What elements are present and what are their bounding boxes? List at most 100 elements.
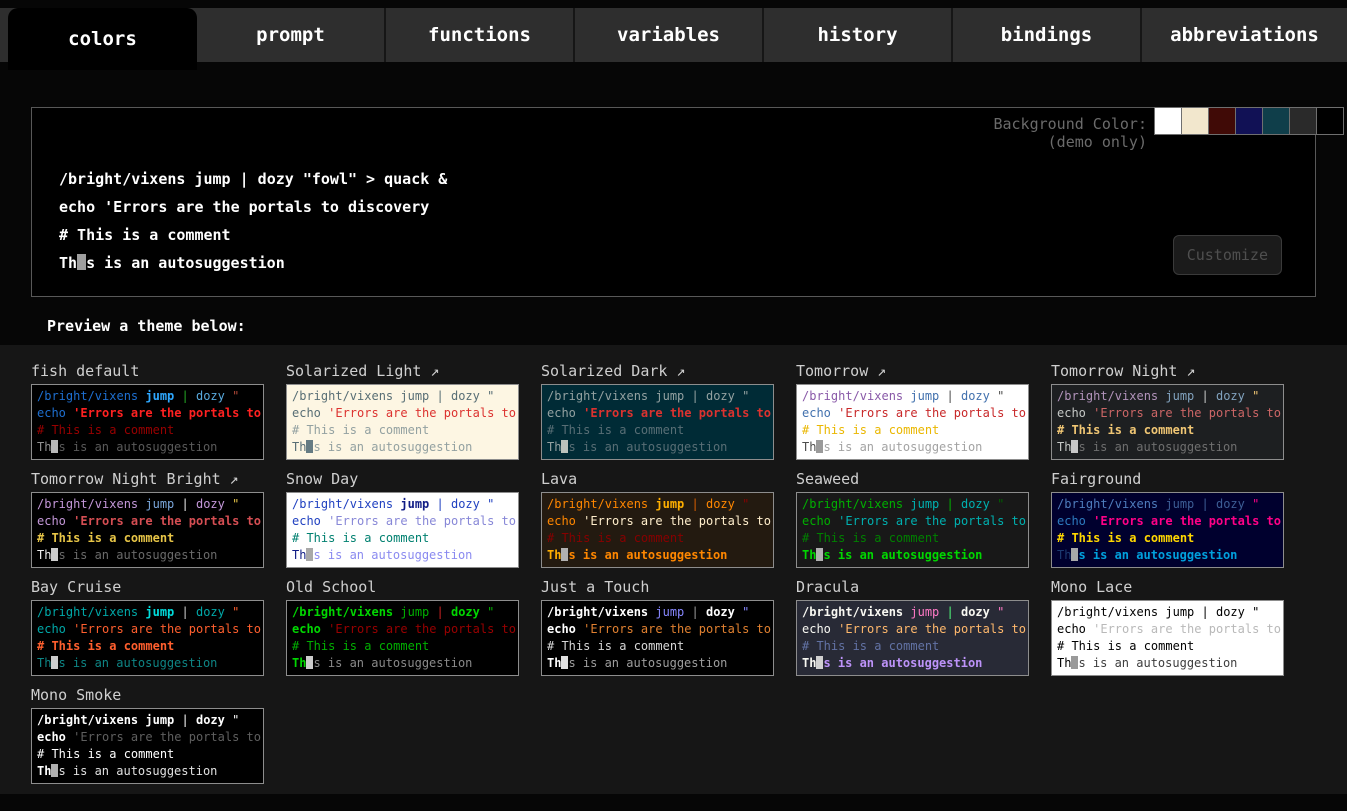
bg-swatch-dark-red[interactable]: [1208, 107, 1236, 135]
code-segment: echo: [547, 406, 583, 420]
theme-card-fish-default[interactable]: fish default/bright/vixens jump | dozy "…: [31, 362, 264, 460]
code-line: Ths is an autosuggestion: [802, 547, 1023, 564]
code-segment: ": [225, 713, 239, 727]
theme-title[interactable]: Tomorrow Night Bright ↗: [31, 470, 264, 488]
theme-card-solarized-dark[interactable]: Solarized Dark ↗ /bright/vixens jump | do…: [541, 362, 774, 460]
code-segment: ": [225, 497, 239, 511]
code-line: echo 'Errors are the portals to discover…: [802, 513, 1023, 530]
code-line: # This is a comment: [802, 530, 1023, 547]
theme-card-snow-day[interactable]: Snow Day/bright/vixens jump | dozy "echo…: [286, 470, 519, 568]
customize-button[interactable]: Customize: [1173, 235, 1282, 275]
code-segment: echo: [547, 514, 583, 528]
theme-preview-box[interactable]: /bright/vixens jump | dozy "echo 'Errors…: [796, 492, 1029, 568]
tab-prompt[interactable]: prompt: [197, 8, 386, 62]
code-segment: Th: [37, 764, 51, 778]
code-line: # This is a comment: [292, 530, 513, 547]
theme-preview-box[interactable]: /bright/vixens jump | dozy "echo 'Errors…: [541, 600, 774, 676]
code-segment: # This is a comment: [292, 423, 429, 437]
code-segment: dozy: [196, 497, 225, 511]
code-segment: Th: [802, 656, 816, 670]
theme-card-fairground[interactable]: Fairground/bright/vixens jump | dozy "ec…: [1051, 470, 1284, 568]
code-segment: echo: [802, 406, 838, 420]
theme-preview-box[interactable]: /bright/vixens jump | dozy "echo 'Errors…: [1051, 492, 1284, 568]
theme-title[interactable]: Solarized Dark ↗: [541, 362, 774, 380]
theme-preview-box[interactable]: /bright/vixens jump | dozy "echo 'Errors…: [796, 600, 1029, 676]
code-segment: ": [990, 497, 1004, 511]
code-segment: echo: [1057, 406, 1093, 420]
theme-card-dracula[interactable]: Dracula/bright/vixens jump | dozy "echo …: [796, 578, 1029, 676]
code-segment: ": [480, 497, 494, 511]
code-segment: ": [225, 389, 239, 403]
theme-card-just-a-touch[interactable]: Just a Touch/bright/vixens jump | dozy "…: [541, 578, 774, 676]
theme-preview-box[interactable]: /bright/vixens jump | dozy "echo 'Errors…: [286, 384, 519, 460]
theme-preview-box[interactable]: /bright/vixens jump | dozy "echo 'Errors…: [796, 384, 1029, 460]
code-line: echo 'Errors are the portals to discover…: [802, 405, 1023, 422]
code-segment: Th: [292, 440, 306, 454]
code-line: Ths is an autosuggestion: [1057, 655, 1278, 672]
theme-preview-box[interactable]: /bright/vixens jump | dozy "echo 'Errors…: [286, 600, 519, 676]
tab-bindings[interactable]: bindings: [953, 8, 1142, 62]
code-segment: # This is a comment: [802, 531, 939, 545]
theme-title: Snow Day: [286, 470, 519, 488]
code-line: /bright/vixens jump | dozy ": [292, 496, 513, 513]
code-line-autosuggestion: Ths is an autosuggestion: [59, 249, 1315, 277]
theme-card-mono-lace[interactable]: Mono Lace/bright/vixens jump | dozy "ech…: [1051, 578, 1284, 676]
theme-card-solarized-light[interactable]: Solarized Light ↗ /bright/vixens jump | d…: [286, 362, 519, 460]
code-segment: /bright/vixens: [37, 605, 138, 619]
code-segment: # This is a comment: [1057, 531, 1194, 545]
theme-preview-box[interactable]: /bright/vixens jump | dozy "echo 'Errors…: [286, 492, 519, 568]
code-line: echo 'Errors are the portals to discover…: [292, 513, 513, 530]
theme-card-mono-smoke[interactable]: Mono Smoke/bright/vixens jump | dozy "ec…: [31, 686, 264, 784]
theme-card-bay-cruise[interactable]: Bay Cruise/bright/vixens jump | dozy "ec…: [31, 578, 264, 676]
code-segment: dozy: [961, 497, 990, 511]
theme-preview-box[interactable]: /bright/vixens jump | dozy "echo 'Errors…: [31, 384, 264, 460]
bg-swatch-dark-teal[interactable]: [1262, 107, 1290, 135]
bg-swatch-white[interactable]: [1154, 107, 1182, 135]
code-line: /bright/vixens jump | dozy ": [37, 712, 258, 729]
code-segment: /bright/vixens: [547, 389, 648, 403]
bg-swatch-charcoal[interactable]: [1289, 107, 1317, 135]
bg-swatch-black[interactable]: [1316, 107, 1344, 135]
code-segment: |: [939, 605, 961, 619]
theme-preview-box[interactable]: /bright/vixens jump | dozy "echo 'Errors…: [31, 708, 264, 784]
tab-abbreviations[interactable]: abbreviations: [1142, 8, 1347, 62]
code-segment: Th: [1057, 440, 1071, 454]
code-line: # This is a comment: [37, 746, 258, 763]
tab-colors[interactable]: colors: [8, 8, 197, 70]
code-segment: |: [174, 497, 196, 511]
code-line: # This is a comment: [292, 422, 513, 439]
background-color-label-line2: (demo only): [993, 133, 1147, 151]
theme-card-tomorrow-night[interactable]: Tomorrow Night ↗ /bright/vixens jump | do…: [1051, 362, 1284, 460]
tab-history[interactable]: history: [764, 8, 953, 62]
theme-preview-box[interactable]: /bright/vixens jump | dozy "echo 'Errors…: [31, 492, 264, 568]
code-segment: # This is a comment: [547, 423, 684, 437]
theme-title[interactable]: Tomorrow ↗: [796, 362, 1029, 380]
theme-title[interactable]: Tomorrow Night ↗: [1051, 362, 1284, 380]
tab-functions[interactable]: functions: [386, 8, 575, 62]
theme-preview-box[interactable]: /bright/vixens jump | dozy "echo 'Errors…: [1051, 384, 1284, 460]
bg-swatch-cream[interactable]: [1181, 107, 1209, 135]
theme-card-tomorrow-night-bright[interactable]: Tomorrow Night Bright ↗ /bright/vixens ju…: [31, 470, 264, 568]
theme-title[interactable]: Solarized Light ↗: [286, 362, 519, 380]
theme-preview-box[interactable]: /bright/vixens jump | dozy "echo 'Errors…: [541, 492, 774, 568]
theme-card-seaweed[interactable]: Seaweed/bright/vixens jump | dozy "echo …: [796, 470, 1029, 568]
code-segment: Th: [37, 656, 51, 670]
code-segment: 'Errors are the portals to discovery: [583, 406, 774, 420]
theme-preview-box[interactable]: /bright/vixens jump | dozy "echo 'Errors…: [31, 600, 264, 676]
theme-preview-box[interactable]: /bright/vixens jump | dozy "echo 'Errors…: [541, 384, 774, 460]
code-line: /bright/vixens jump | dozy ": [292, 604, 513, 621]
code-segment: ": [990, 605, 1004, 619]
theme-preview-box[interactable]: /bright/vixens jump | dozy "echo 'Errors…: [1051, 600, 1284, 676]
code-segment: |: [174, 605, 196, 619]
tab-variables[interactable]: variables: [575, 8, 764, 62]
code-segment: s is an autosuggestion: [313, 440, 472, 454]
code-segment: s is an autosuggestion: [823, 548, 982, 562]
code-segment: jump: [1158, 497, 1194, 511]
code-segment: echo: [37, 730, 73, 744]
theme-card-lava[interactable]: Lava/bright/vixens jump | dozy "echo 'Er…: [541, 470, 774, 568]
theme-card-tomorrow[interactable]: Tomorrow ↗ /bright/vixens jump | dozy "ec…: [796, 362, 1029, 460]
theme-card-old-school[interactable]: Old School/bright/vixens jump | dozy "ec…: [286, 578, 519, 676]
preview-heading: Preview a theme below:: [47, 317, 1347, 335]
code-segment: |: [1194, 389, 1216, 403]
bg-swatch-navy[interactable]: [1235, 107, 1263, 135]
